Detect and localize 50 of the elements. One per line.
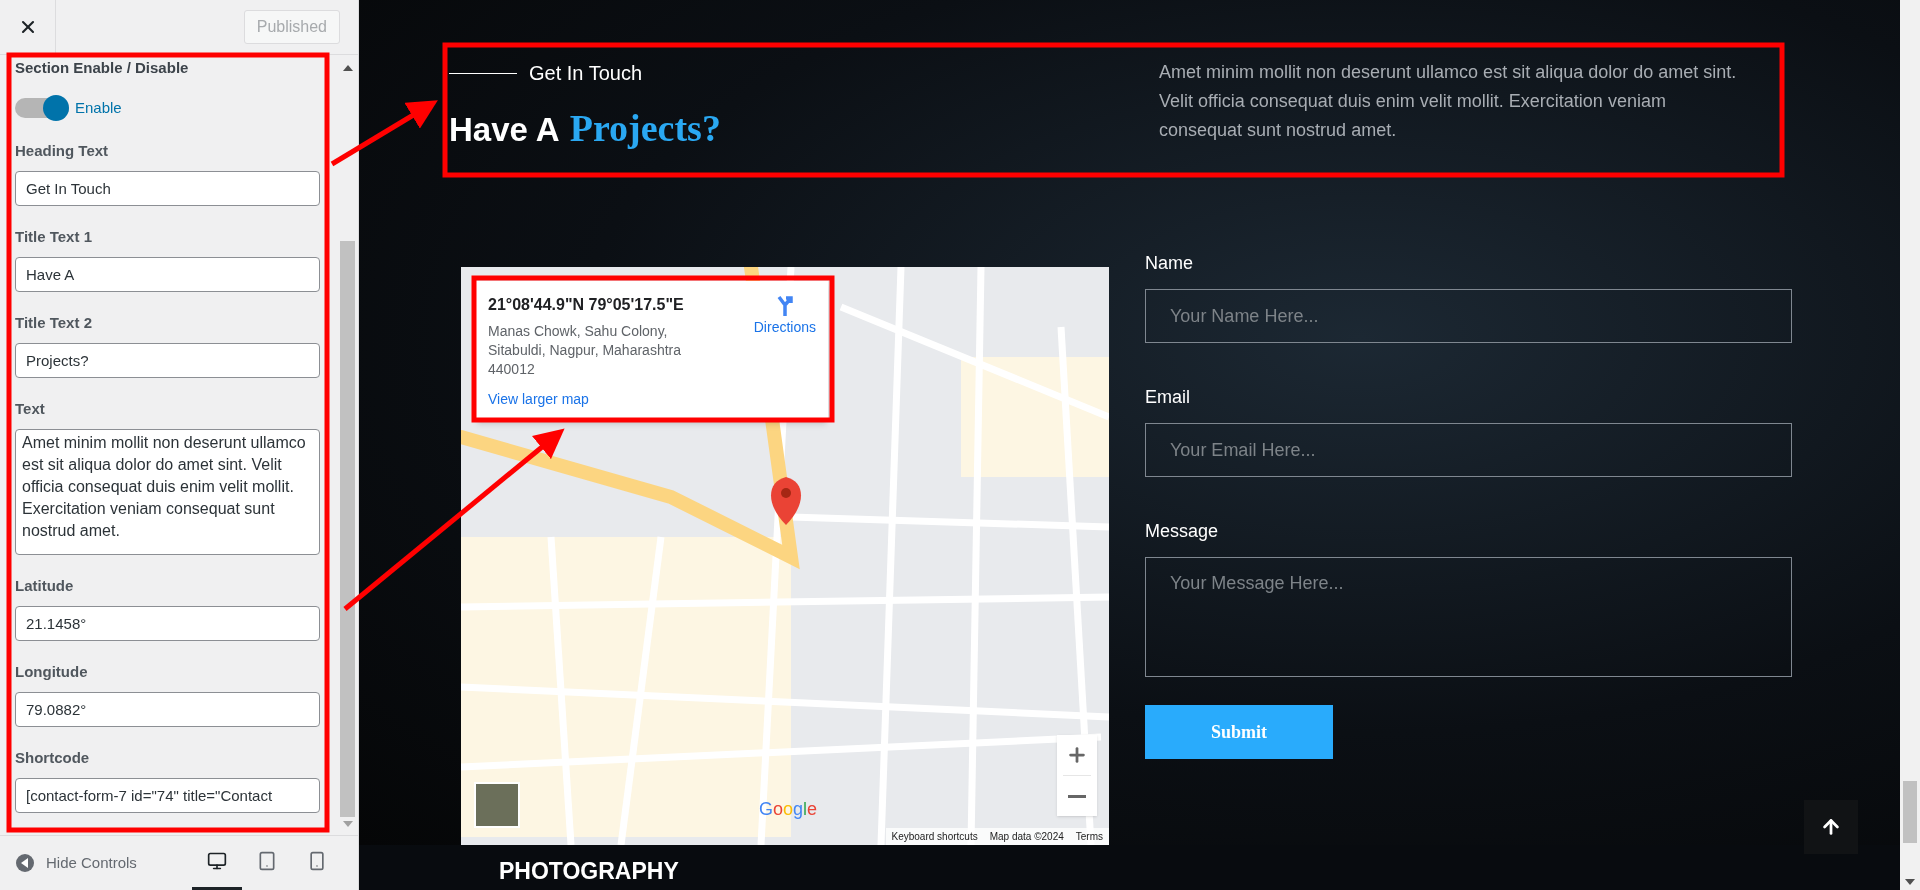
desktop-icon (207, 851, 227, 871)
toggle-label: Enable (75, 98, 122, 118)
text-input[interactable]: 21.1458° (15, 605, 320, 641)
scroll-down-icon (1905, 879, 1915, 885)
text-input[interactable]: [contact-form-7 id="74" title="Contact (15, 777, 320, 813)
text-input[interactable]: Projects? (15, 342, 320, 378)
form-label: Message (1145, 520, 1220, 543)
map-attribution-link[interactable]: Keyboard shortcuts (891, 829, 978, 844)
back-to-top-button[interactable] (1804, 800, 1858, 854)
hide-controls-button[interactable]: Hide Controls (16, 851, 137, 875)
plus-icon (1066, 744, 1088, 766)
footer-heading: PHOTOGRAPHY (499, 856, 679, 886)
form-input-field[interactable]: Your Email Here... (1145, 423, 1792, 477)
text-input[interactable]: Have A (15, 256, 320, 292)
field-label: Shortcode (15, 748, 91, 767)
directions-button[interactable]: Directions (753, 295, 816, 338)
tablet-icon (257, 851, 277, 871)
mobile-icon (307, 851, 327, 871)
toggle-switch[interactable] (15, 98, 69, 119)
section-title: Section Enable / Disable (15, 59, 190, 77)
form-label: Name (1145, 252, 1194, 275)
map-logo: Google (759, 798, 818, 821)
coordinates-text: 21°08'44.9"N 79°05'17.5"E (488, 295, 685, 315)
eyebrow-heading: Get In Touch (529, 61, 643, 86)
field-label: Title Text 2 (15, 313, 93, 332)
field-label: Heading Text (15, 141, 110, 160)
text-input[interactable]: Get In Touch (15, 170, 320, 206)
field-label: Latitude (15, 576, 75, 595)
text-area[interactable]: Amet minim mollit non deserunt ullamco est sit aliqua dolor do amet sint. Velit officia consequat duis enim velit mollit. Exercitation veniam consequat sunt nostrud amet. (15, 428, 320, 555)
scrollbar-thumb[interactable] (1903, 781, 1917, 843)
text-input[interactable]: 79.0882° (15, 691, 320, 727)
scroll-up-icon (342, 65, 353, 71)
form-input-field[interactable]: Your Name Here... (1145, 289, 1792, 343)
message-field[interactable]: Your Message Here... (1145, 557, 1792, 677)
field-label: Longitude (15, 662, 89, 681)
scroll-down-icon (342, 821, 353, 827)
satellite-thumbnail[interactable] (474, 782, 520, 828)
field-label: Title Text 1 (15, 227, 93, 246)
view-larger-map-link[interactable]: View larger map (488, 389, 589, 410)
scrollbar-thumb[interactable] (340, 241, 355, 817)
page-scrollbar[interactable] (1900, 0, 1920, 890)
section-title-highlight: Projects? (569, 106, 721, 151)
section-description: Amet minim mollit non deserunt ullamco est sit aliqua dolor do amet sint. Velit officia consequat duis enim velit mollit. Exercitation veniam consequat sunt nostrud amet. (1159, 61, 1738, 142)
minus-icon (1068, 794, 1086, 798)
address-text: Manas Chowk, Sahu Colony, Sitabuldi, Nagpur, Maharashtra 440012 (488, 322, 682, 379)
map-attribution-link[interactable]: Map data ©2024 (989, 829, 1064, 844)
map-attribution-link[interactable]: Terms (1075, 829, 1103, 844)
field-label: Text (15, 399, 46, 418)
form-label: Email (1145, 386, 1191, 409)
section-title: Have A (449, 110, 560, 150)
